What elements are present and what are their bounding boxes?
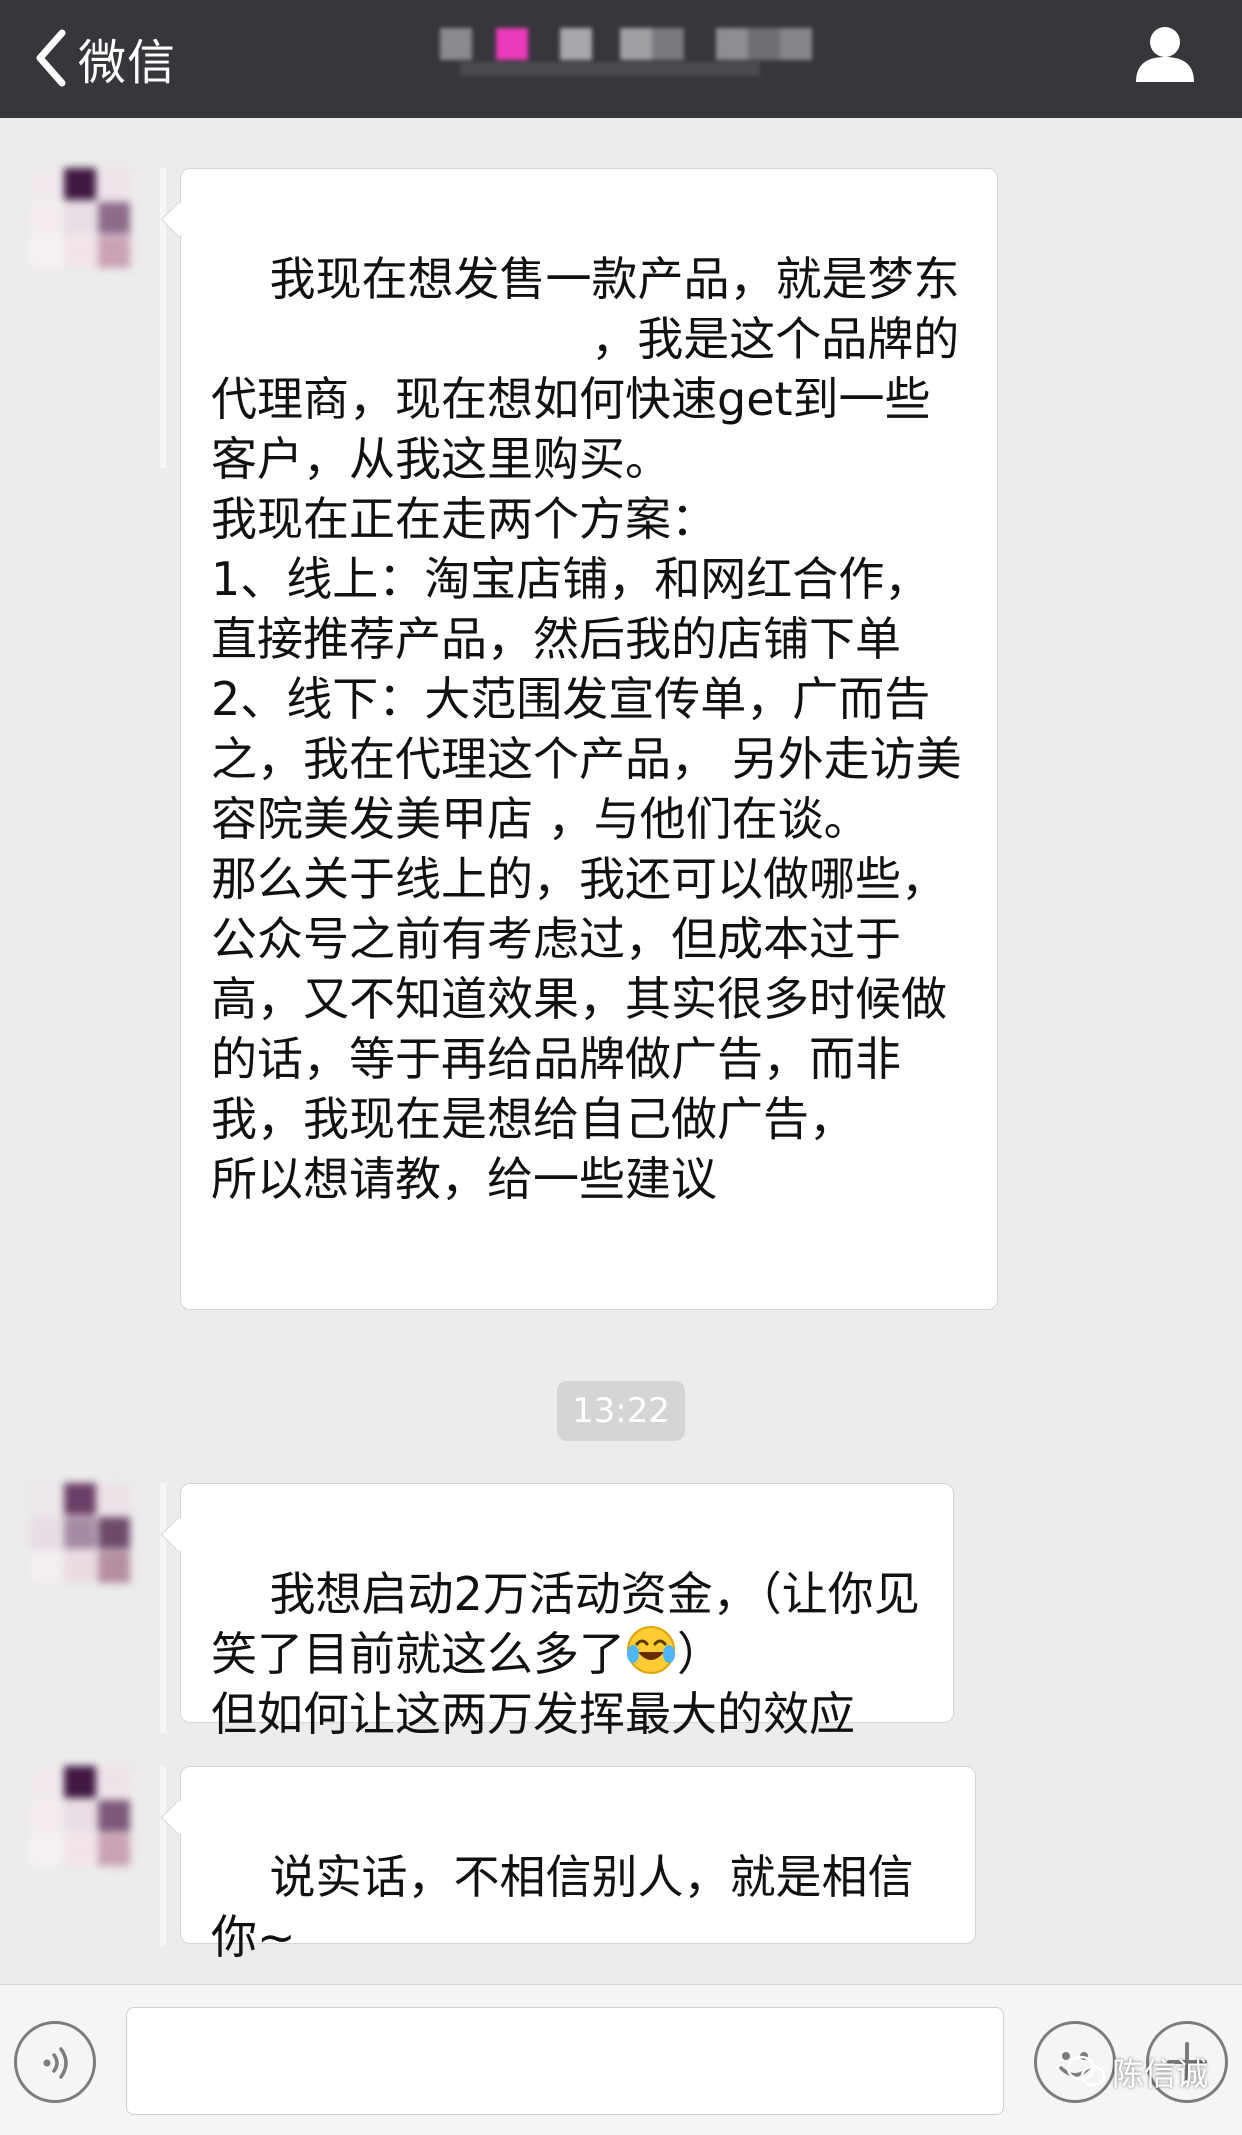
chat-info-button[interactable] [1132,22,1198,88]
input-bar: 陈信诚 [0,1984,1242,2135]
crying-laughing-emoji [627,1626,675,1674]
message-text: 我想启动2万活动资金，（让你见笑了目前就这么多了 [211,1567,920,1681]
message-timestamp: 13:22 [557,1381,685,1441]
contact-avatar[interactable] [30,1766,130,1886]
navigation-bar: 微信 [0,0,1242,118]
person-icon [1136,27,1194,82]
watermark-text: 陈信诚 [1112,2055,1209,2093]
contact-avatar[interactable] [30,168,130,288]
avatar-divider [160,1766,166,1946]
chat-title-text [420,20,820,92]
voice-icon [43,2047,68,2079]
chat-title [420,20,820,92]
message-bubble[interactable]: 说实话，不相信别人，就是相信你~ [180,1766,976,1964]
back-button[interactable]: 微信 [34,18,176,98]
message-bubble[interactable]: 我现在想发售一款产品，就是梦东 ，我是这个品牌的代理商，现在想如何快速get到一… [180,168,998,1310]
voice-button[interactable] [14,2021,96,2103]
wechat-logo-icon [1066,2055,1106,2087]
avatar-divider [160,1483,166,1733]
message-bubble[interactable]: 我想启动2万活动资金，（让你见笑了目前就这么多了 ） 但如何让这两万发挥最大的效… [180,1483,954,1741]
message-text: 我现在想发售一款产品，就是梦东 ，我是这个品牌的代理商，现在想如何快速get到一… [211,252,962,1206]
back-label: 微信 [78,35,177,91]
avatar-divider [160,168,166,468]
contact-avatar[interactable] [30,1483,130,1603]
message-input[interactable] [126,2007,1004,2115]
watermark: 陈信诚 [1066,2047,1208,2097]
message-text: 说实话，不相信别人，就是相信你~ [211,1850,914,1964]
chevron-left-icon [36,29,66,87]
